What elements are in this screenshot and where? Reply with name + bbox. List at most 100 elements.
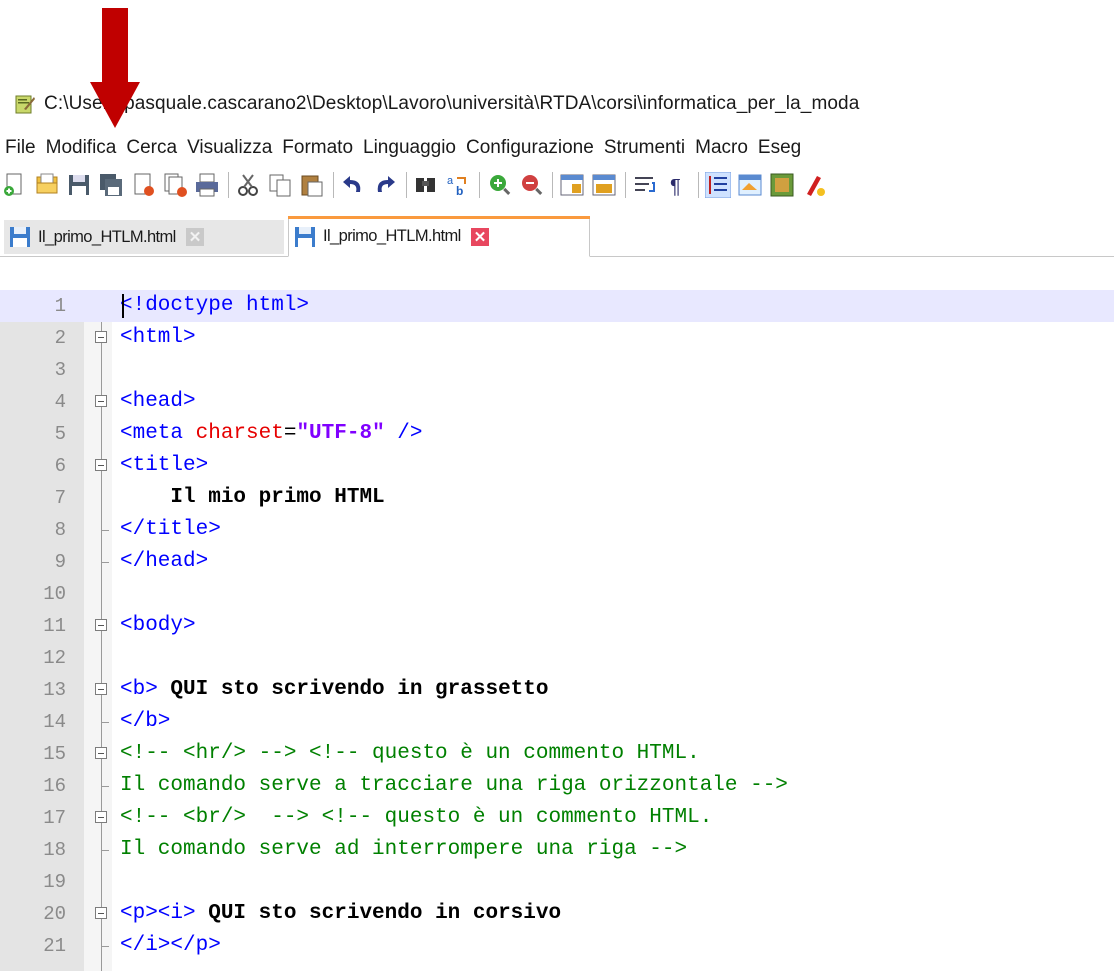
code-token-tag: <head> <box>120 390 196 413</box>
menu-strumenti[interactable]: Strumenti <box>603 137 686 159</box>
save-icon[interactable] <box>66 172 92 198</box>
line-number: 4 <box>54 391 66 413</box>
code-line[interactable]: 20 <p><i> QUI sto scrivendo in corsivo <box>0 898 1114 930</box>
code-text: </b> <box>120 706 170 738</box>
fold-toggle-icon[interactable] <box>95 747 107 759</box>
menu-eseg[interactable]: Eseg <box>757 137 802 159</box>
line-number: 10 <box>43 583 66 605</box>
code-line[interactable]: 15 <!-- <hr/> --> <!-- questo è un commen… <box>0 738 1114 770</box>
code-token-tag: </head> <box>120 550 209 573</box>
fold-toggle-icon[interactable] <box>95 907 107 919</box>
code-line[interactable]: 5 <meta charset="UTF-8" /> <box>0 418 1114 450</box>
fold-end-marker <box>101 786 109 787</box>
code-editor[interactable]: 1 <!doctype html> 2 <html> 3 4 <head> 5 <meta ch… <box>0 290 1114 971</box>
new-file-icon[interactable] <box>2 172 28 198</box>
code-line[interactable]: 17 <!-- <br/> --> <!-- questo è un commen… <box>0 802 1114 834</box>
cut-icon[interactable] <box>235 172 261 198</box>
code-line[interactable]: 3 <box>0 354 1114 386</box>
menu-linguaggio[interactable]: Linguaggio <box>362 137 457 159</box>
replace-icon[interactable]: ab <box>445 172 471 198</box>
fold-toggle-icon[interactable] <box>95 811 107 823</box>
fold-toggle-icon[interactable] <box>95 395 107 407</box>
close-tab-icon[interactable]: ✕ <box>185 228 204 246</box>
code-line[interactable]: 8 </title> <box>0 514 1114 546</box>
code-token-tag: <b> <box>120 678 158 701</box>
line-number: 21 <box>43 935 66 957</box>
paste-icon[interactable] <box>299 172 325 198</box>
code-line[interactable]: 12 <box>0 642 1114 674</box>
code-line[interactable]: 9 </head> <box>0 546 1114 578</box>
line-number: 5 <box>54 423 66 445</box>
tab-label: Il_primo_HTLM.html <box>323 227 461 245</box>
function-list-icon[interactable] <box>769 172 795 198</box>
code-line[interactable]: 14 </b> <box>0 706 1114 738</box>
code-line[interactable]: 18 Il comando serve ad interrompere una r… <box>0 834 1114 866</box>
menu-macro[interactable]: Macro <box>694 137 749 159</box>
close-tab-icon[interactable]: ✕ <box>470 227 489 246</box>
document-map-icon[interactable] <box>737 172 763 198</box>
code-line[interactable]: 6 <title> <box>0 450 1114 482</box>
code-line[interactable]: 1 <!doctype html> <box>0 290 1114 322</box>
menu-file[interactable]: File <box>4 137 37 159</box>
line-number: 19 <box>43 871 66 893</box>
menu-bar: File Modifica Cerca Visualizza Formato Lingua… <box>0 133 1114 163</box>
code-text: Il comando serve ad interrompere una rig… <box>120 834 687 866</box>
code-token-cmt: Il comando serve a tracciare una riga or… <box>120 774 788 797</box>
record-macro-icon[interactable] <box>801 172 827 198</box>
line-number: 8 <box>54 519 66 541</box>
undo-icon[interactable] <box>340 172 366 198</box>
toolbar-separator <box>406 172 407 198</box>
code-line[interactable]: 11 <body> <box>0 610 1114 642</box>
code-token-txt: QUI sto scrivendo in corsivo <box>195 902 562 925</box>
code-token-tag: <p><i> <box>120 902 196 925</box>
sync-horizontal-icon[interactable] <box>591 172 617 198</box>
code-token-tag: <html> <box>120 326 196 349</box>
fold-toggle-icon[interactable] <box>95 459 107 471</box>
fold-toggle-icon[interactable] <box>95 683 107 695</box>
code-line[interactable]: 7 Il mio primo HTML <box>0 482 1114 514</box>
fold-toggle-icon[interactable] <box>95 619 107 631</box>
menu-modifica[interactable]: Modifica <box>45 137 118 159</box>
code-text: Il mio primo HTML <box>120 482 384 514</box>
tab-inactive[interactable]: Il_primo_HTLM.html ✕ <box>4 220 284 254</box>
print-icon[interactable] <box>194 172 220 198</box>
sync-vertical-icon[interactable] <box>559 172 585 198</box>
fold-end-marker <box>101 530 109 531</box>
code-text: <html> <box>120 322 196 354</box>
code-token-txt: QUI sto scrivendo in grassetto <box>157 678 549 701</box>
menu-formato[interactable]: Formato <box>281 137 354 159</box>
close-icon[interactable] <box>130 172 156 198</box>
fold-toggle-icon[interactable] <box>95 331 107 343</box>
menu-cerca[interactable]: Cerca <box>125 137 178 159</box>
find-icon[interactable] <box>413 172 439 198</box>
code-text: <p><i> QUI sto scrivendo in corsivo <box>120 898 561 930</box>
indent-guide-icon[interactable] <box>705 172 731 198</box>
svg-text:¶: ¶ <box>670 176 681 198</box>
code-line[interactable]: 13 <b> QUI sto scrivendo in grassetto <box>0 674 1114 706</box>
code-line[interactable]: 4 <head> <box>0 386 1114 418</box>
tab-active[interactable]: Il_primo_HTLM.html ✕ <box>288 216 590 257</box>
fold-end-marker <box>101 722 109 723</box>
red-arrow-annotation <box>90 8 140 128</box>
zoom-in-icon[interactable] <box>486 172 512 198</box>
close-all-icon[interactable] <box>162 172 188 198</box>
menu-configurazione[interactable]: Configurazione <box>465 137 595 159</box>
show-all-chars-icon[interactable]: ¶ <box>664 172 690 198</box>
save-all-icon[interactable] <box>98 172 124 198</box>
code-token-tag: </i></p> <box>120 934 221 957</box>
redo-icon[interactable] <box>372 172 398 198</box>
code-line[interactable]: 10 <box>0 578 1114 610</box>
code-line[interactable]: 21 </i></p> <box>0 930 1114 962</box>
menu-visualizza[interactable]: Visualizza <box>186 137 273 159</box>
code-text: <!doctype html> <box>120 290 309 322</box>
code-line[interactable]: 2 <html> <box>0 322 1114 354</box>
svg-text:a: a <box>447 175 454 187</box>
word-wrap-icon[interactable] <box>632 172 658 198</box>
tab-label: Il_primo_HTLM.html <box>38 227 176 246</box>
copy-icon[interactable] <box>267 172 293 198</box>
zoom-out-icon[interactable] <box>518 172 544 198</box>
open-file-icon[interactable] <box>34 172 60 198</box>
code-line[interactable]: 19 <box>0 866 1114 898</box>
line-number: 6 <box>54 455 66 477</box>
code-line[interactable]: 16 Il comando serve a tracciare una riga … <box>0 770 1114 802</box>
